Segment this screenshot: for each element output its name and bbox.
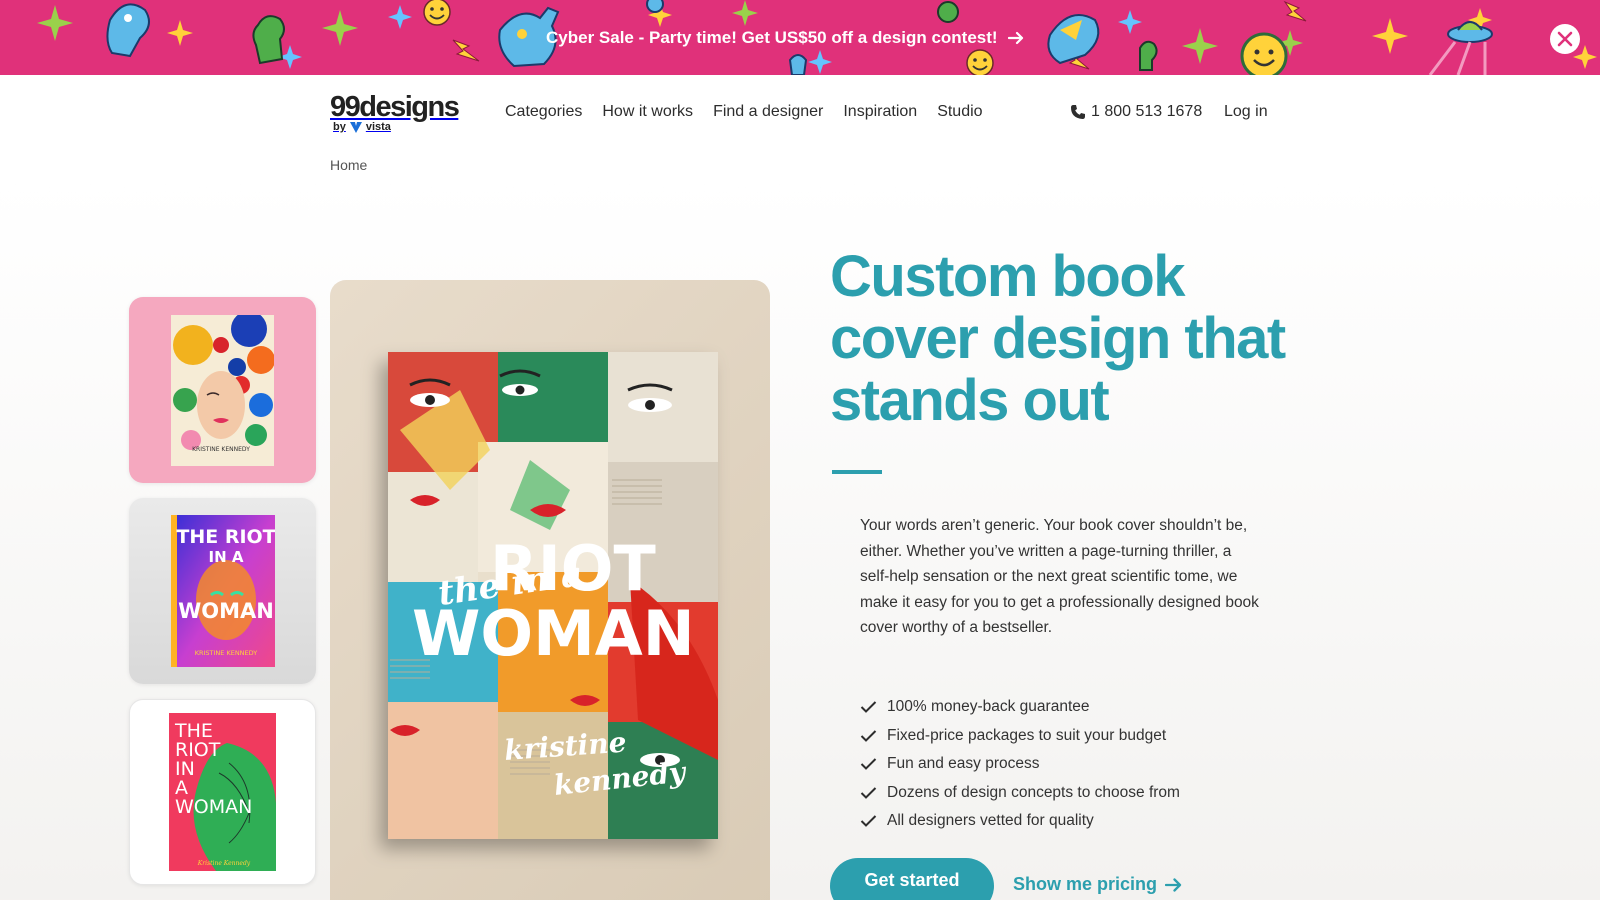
lightning-icon <box>1283 0 1307 22</box>
show-pricing-link[interactable]: Show me pricing <box>1013 874 1182 895</box>
doodle-character-icon <box>1047 14 1100 65</box>
feature-item: 100% money-back guarantee <box>860 693 1180 722</box>
feature-text: Fun and easy process <box>887 755 1040 772</box>
smiley-icon <box>966 49 994 75</box>
feature-text: 100% money-back guarantee <box>887 698 1090 715</box>
logo[interactable]: 99designs by vista <box>330 91 460 136</box>
thumbnail-cover-1[interactable]: KRISTINE KENNEDY <box>129 297 316 483</box>
thumbnail-cover-2[interactable]: THE RIOT IN A WOMAN KRISTINE KENNEDY <box>129 498 316 684</box>
get-started-button[interactable]: Get started <box>830 858 994 900</box>
doodle-character-icon <box>252 15 285 65</box>
close-icon <box>1557 31 1573 47</box>
thumbnail-title-line: WOMAN <box>178 599 274 623</box>
nav-categories[interactable]: Categories <box>505 103 582 121</box>
page-title: Custom book cover design that stands out <box>830 244 1286 433</box>
feature-text: Fixed-price packages to suit your budget <box>887 726 1167 744</box>
logo-brand: vista <box>365 121 391 133</box>
phone-link[interactable]: 1 800 513 1678 <box>1070 103 1202 121</box>
show-pricing-label: Show me pricing <box>1013 874 1158 894</box>
nav-inspiration[interactable]: Inspiration <box>843 103 917 121</box>
feature-list: 100% money-back guarantee Fixed-price pa… <box>860 693 1180 836</box>
thumbnail-author: Kristine Kennedy <box>197 860 251 867</box>
logo-wordmark: 99designs <box>330 91 460 123</box>
sparkle-icon <box>1372 18 1408 54</box>
thumbnail-author: KRISTINE KENNEDY <box>194 649 257 657</box>
promo-banner: Cyber Sale - Party time! Get US$50 off a… <box>0 0 1600 75</box>
vista-logo-icon <box>349 121 362 133</box>
sparkle-icon <box>388 5 412 29</box>
check-icon <box>860 787 877 799</box>
sparkle-icon <box>1573 45 1597 69</box>
book-cover-making-of-a-woman: KRISTINE KENNEDY <box>171 314 274 466</box>
main-nav: Categories How it works Find a designer … <box>505 103 983 121</box>
book-cover-riot-collage: the in a RIOT WOMAN kristine kennedy <box>388 352 718 839</box>
smiley-icon <box>1240 32 1288 75</box>
book-cover-riot-neon: THE RIOT IN A WOMAN KRISTINE KENNEDY <box>170 515 275 667</box>
doodle-character-icon <box>106 3 150 58</box>
check-icon <box>860 701 877 714</box>
feature-text: Dozens of design concepts to choose from <box>887 783 1180 801</box>
book-cover-riot-red-green: THE RIOT IN A WOMAN Kristine Kennedy <box>169 713 276 871</box>
thumbnail-title-line: IN A <box>208 548 243 566</box>
thumbnail-cover-3[interactable]: THE RIOT IN A WOMAN Kristine Kennedy <box>129 699 316 885</box>
nav-find-a-designer[interactable]: Find a designer <box>713 103 823 121</box>
thumbnail-author: KRISTINE KENNEDY <box>192 446 250 453</box>
sparkle-icon <box>37 5 73 41</box>
check-icon <box>860 758 877 771</box>
sparkle-icon <box>167 20 193 46</box>
smiley-icon <box>423 0 451 26</box>
sparkle-icon <box>808 50 832 74</box>
hero-description: Your words aren’t generic. Your book cov… <box>860 517 1259 637</box>
sparkle-icon <box>732 0 758 26</box>
site-header: 99designs by vista Categories How it wor… <box>0 75 1600 155</box>
nav-studio[interactable]: Studio <box>937 103 982 121</box>
promo-link[interactable]: Cyber Sale - Party time! Get US$50 off a… <box>546 24 1024 52</box>
sparkle-icon <box>1182 28 1218 64</box>
promo-close-button[interactable] <box>1550 24 1580 54</box>
sparkle-icon <box>1118 10 1142 34</box>
logo-by: by <box>333 121 346 133</box>
thumbnail-title-line: WOMAN <box>175 796 252 818</box>
phone-number: 1 800 513 1678 <box>1091 103 1203 120</box>
feature-item: Dozens of design concepts to choose from <box>860 779 1180 808</box>
feature-text: All designers vetted for quality <box>887 812 1094 829</box>
hero-book-image: the in a RIOT WOMAN kristine kennedy <box>330 280 770 900</box>
cover-title-riot: RIOT <box>490 532 656 605</box>
title-underline <box>832 470 882 474</box>
thumbnail-title-line: THE RIOT <box>176 526 275 548</box>
arrow-right-icon <box>1165 877 1182 892</box>
lightning-icon <box>452 39 480 62</box>
phone-icon <box>1071 105 1085 119</box>
breadcrumb-home[interactable]: Home <box>330 157 367 173</box>
doodle-ufo-icon <box>1428 21 1493 75</box>
login-link[interactable]: Log in <box>1224 103 1268 121</box>
nav-how-it-works[interactable]: How it works <box>602 103 693 121</box>
check-icon <box>860 730 877 742</box>
promo-text: Cyber Sale - Party time! Get US$50 off a… <box>546 28 998 47</box>
sparkle-icon <box>322 10 358 46</box>
arrow-right-icon <box>1007 31 1023 45</box>
feature-item: Fixed-price packages to suit your budget <box>860 722 1180 751</box>
feature-item: Fun and easy process <box>860 750 1180 779</box>
cover-title-woman: WOMAN <box>412 597 695 670</box>
check-icon <box>860 815 877 828</box>
doodle-character-icon <box>1139 40 1158 71</box>
feature-item: All designers vetted for quality <box>860 807 1180 836</box>
